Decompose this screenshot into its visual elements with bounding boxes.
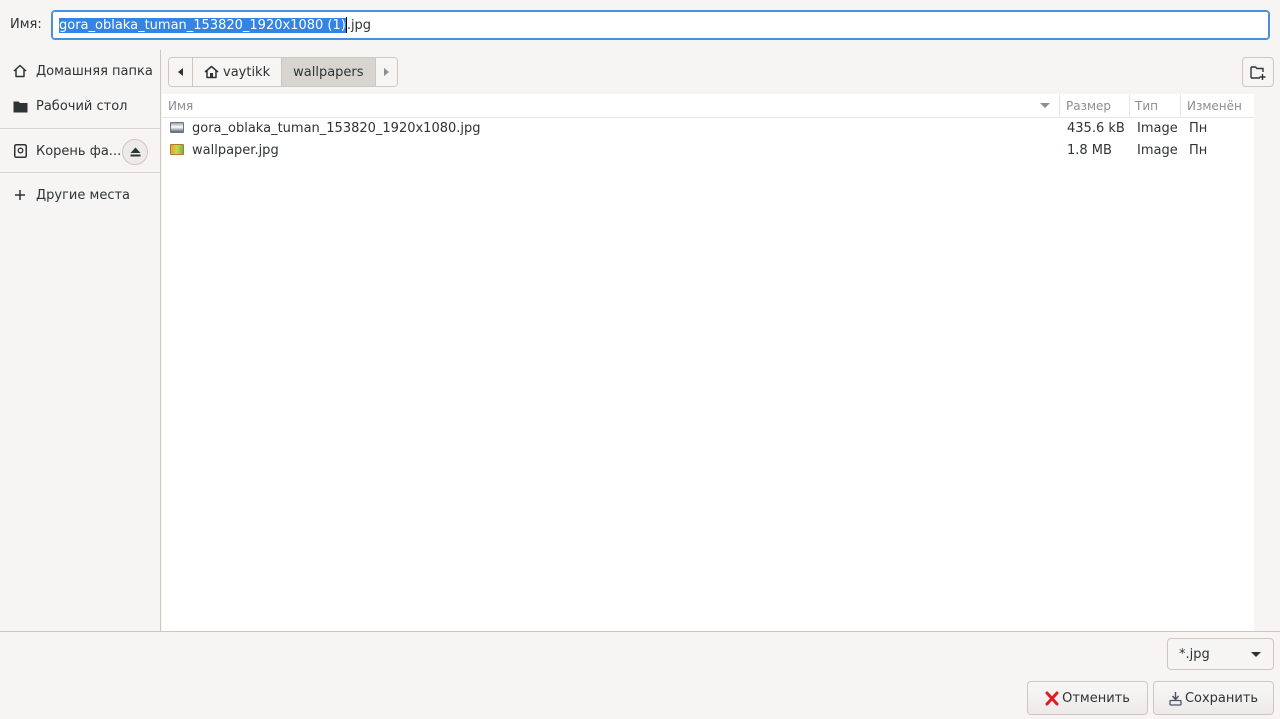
column-header-name[interactable]: Имя xyxy=(168,99,193,113)
cancel-button[interactable]: Отменить xyxy=(1027,681,1148,715)
save-icon xyxy=(1169,691,1182,706)
file-list-scrollbar[interactable] xyxy=(1254,94,1280,631)
home-icon xyxy=(12,63,28,79)
sidebar-separator xyxy=(0,128,160,129)
file-list: gora_oblaka_tuman_153820_1920x1080.jpg 4… xyxy=(162,118,1254,162)
chevron-left-icon xyxy=(177,68,183,76)
eject-button[interactable] xyxy=(122,139,148,165)
sidebar-item-home[interactable]: Домашняя папка xyxy=(0,54,160,88)
column-header-modified[interactable]: Изменён xyxy=(1187,99,1242,113)
column-divider[interactable] xyxy=(1059,94,1060,117)
sidebar-item-filesystem-root[interactable]: Корень фа... xyxy=(0,134,160,168)
path-scroll-left-button[interactable] xyxy=(169,58,193,86)
name-label: Имя: xyxy=(10,17,42,32)
cancel-icon xyxy=(1045,691,1059,706)
file-row[interactable]: gora_oblaka_tuman_153820_1920x1080.jpg 4… xyxy=(162,118,1254,140)
sidebar-separator xyxy=(0,172,160,173)
path-scroll-right-button[interactable] xyxy=(374,58,397,86)
column-divider[interactable] xyxy=(1180,94,1181,117)
image-file-icon xyxy=(170,122,184,133)
path-bar: vaytikk wallpapers xyxy=(168,57,398,87)
filename-extension-text: .jpg xyxy=(346,17,372,33)
sidebar-item-desktop[interactable]: Рабочий стол xyxy=(0,89,160,123)
cancel-button-label: Отменить xyxy=(1062,690,1130,706)
file-modified: Пн xyxy=(1189,121,1208,136)
sidebar-item-other-locations[interactable]: Другие места xyxy=(0,178,160,212)
sidebar-item-label: Рабочий стол xyxy=(36,98,128,114)
file-type: Image xyxy=(1137,143,1178,158)
filename-input[interactable]: gora_oblaka_tuman_153820_1920x1080 (1) .j… xyxy=(51,10,1270,40)
file-name: wallpaper.jpg xyxy=(192,143,279,158)
file-list-header: Имя Размер Тип Изменён xyxy=(162,94,1254,118)
folder-icon xyxy=(12,98,28,114)
sidebar-item-label: Корень фа... xyxy=(36,143,122,159)
new-folder-icon xyxy=(1250,65,1266,80)
path-button-label: wallpapers xyxy=(293,64,364,80)
sort-descending-icon xyxy=(1040,103,1050,108)
path-button-label: vaytikk xyxy=(223,64,271,80)
chevron-right-icon xyxy=(384,68,390,76)
column-header-size[interactable]: Размер xyxy=(1066,99,1111,113)
file-size: 435.6 kB xyxy=(1067,121,1125,136)
sidebar-item-label: Другие места xyxy=(36,187,131,203)
file-size: 1.8 MB xyxy=(1067,143,1112,158)
plus-icon xyxy=(12,187,28,203)
image-file-icon xyxy=(170,144,184,155)
column-header-type[interactable]: Тип xyxy=(1135,99,1158,113)
path-button-home[interactable]: vaytikk xyxy=(193,58,282,86)
filename-selected-text: gora_oblaka_tuman_153820_1920x1080 (1) xyxy=(59,17,346,33)
new-folder-button[interactable] xyxy=(1242,57,1274,87)
file-modified: Пн xyxy=(1189,143,1208,158)
file-browser: vaytikk wallpapers Имя Размер Тип Изменё… xyxy=(162,50,1280,631)
path-button-current[interactable]: wallpapers xyxy=(281,58,375,86)
file-name: gora_oblaka_tuman_153820_1920x1080.jpg xyxy=(192,121,481,136)
file-row[interactable]: wallpaper.jpg 1.8 MB Image Пн xyxy=(162,140,1254,162)
sidebar-item-label: Домашняя папка xyxy=(36,63,153,79)
places-sidebar: Домашняя папка Рабочий стол Корень фа...… xyxy=(0,50,161,631)
file-filter-value: *.jpg xyxy=(1179,646,1210,662)
file-filter-select[interactable]: *.jpg xyxy=(1167,638,1274,670)
path-toolbar: vaytikk wallpapers xyxy=(162,50,1280,94)
home-icon xyxy=(204,65,219,79)
name-bar: Имя: gora_oblaka_tuman_153820_1920x1080 … xyxy=(0,0,1280,50)
file-type: Image xyxy=(1137,121,1178,136)
save-button[interactable]: Сохранить xyxy=(1153,681,1274,715)
eject-icon xyxy=(130,147,140,157)
chevron-down-icon xyxy=(1251,652,1261,657)
drive-icon xyxy=(12,143,28,159)
dialog-footer: *.jpg Отменить Сохранить xyxy=(0,631,1280,719)
column-divider[interactable] xyxy=(1129,94,1130,117)
save-button-label: Сохранить xyxy=(1184,690,1259,706)
